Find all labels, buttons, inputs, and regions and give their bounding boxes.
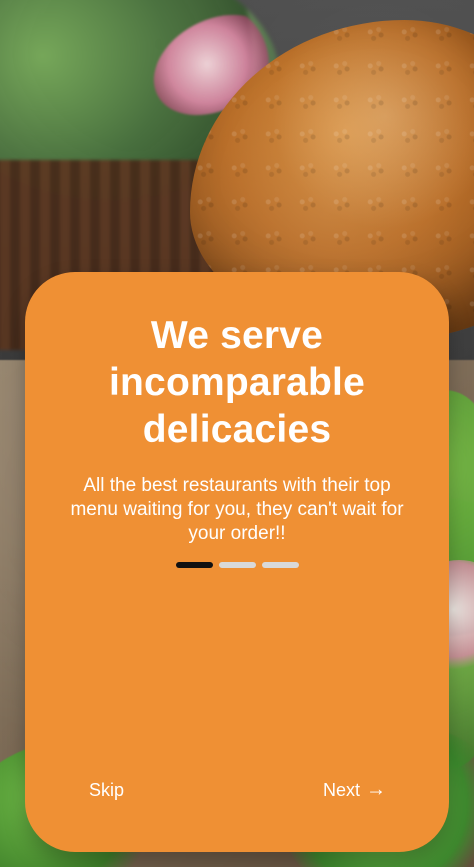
- onboarding-title: We serve incomparable delicacies: [109, 314, 365, 451]
- skip-button[interactable]: Skip: [89, 778, 124, 802]
- page-indicator-dot-1: [176, 562, 213, 568]
- page-indicator-dot-3: [262, 562, 299, 568]
- onboarding-card: We serve incomparable delicacies All the…: [25, 272, 449, 852]
- arrow-right-icon: →: [366, 778, 386, 801]
- onboarding-subtitle: All the best restaurants with their top …: [70, 475, 404, 544]
- page-indicator: [176, 562, 299, 568]
- next-button-label: Next: [322, 780, 360, 800]
- page-indicator-dot-2: [219, 562, 256, 568]
- next-button[interactable]: Next →: [323, 778, 386, 802]
